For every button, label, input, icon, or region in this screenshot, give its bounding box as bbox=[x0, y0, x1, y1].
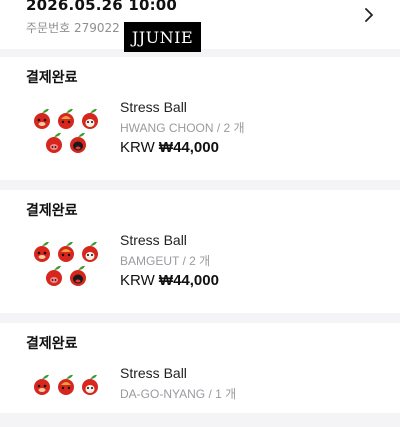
product-price: KRW ₩44,000 bbox=[120, 272, 219, 289]
product-name[interactable]: Stress Ball bbox=[120, 99, 187, 115]
order-date: 2026.05.26 10:00 bbox=[26, 0, 178, 14]
price-currency: KRW bbox=[120, 272, 155, 289]
apple-ball bbox=[70, 132, 86, 153]
product-name[interactable]: Stress Ball bbox=[120, 365, 187, 381]
payment-status: 결제완료 bbox=[26, 203, 78, 219]
apple-ball bbox=[58, 241, 74, 262]
price-amount: ₩44,000 bbox=[158, 272, 219, 289]
order-number: 279022 bbox=[74, 21, 120, 35]
payment-status: 결제완료 bbox=[26, 70, 78, 86]
payment-status: 결제완료 bbox=[26, 336, 78, 352]
apple-ball bbox=[58, 108, 74, 129]
order-number-label: 주문번호 bbox=[26, 21, 71, 35]
product-name[interactable]: Stress Ball bbox=[120, 232, 187, 248]
order-number-line: 주문번호 279022 bbox=[26, 19, 120, 36]
product-thumbnail[interactable] bbox=[30, 107, 102, 161]
apple-ball bbox=[58, 374, 74, 395]
apple-ball bbox=[46, 132, 62, 153]
apple-ball bbox=[82, 241, 98, 262]
apple-ball bbox=[34, 241, 50, 262]
order-card[interactable]: 결제완료 Stress Ball HWANG CHOON / 2 개 KRW ₩… bbox=[0, 57, 400, 180]
apple-ball bbox=[46, 265, 62, 286]
order-card[interactable]: 결제완료 Stress Ball BAMGEUT / 2 개 KRW ₩44,0… bbox=[0, 190, 400, 313]
product-option: BAMGEUT / 2 개 bbox=[120, 254, 211, 268]
product-thumbnail[interactable] bbox=[30, 373, 102, 427]
product-price: KRW ₩44,000 bbox=[120, 139, 219, 156]
price-currency: KRW bbox=[120, 139, 155, 156]
product-thumbnail[interactable] bbox=[30, 240, 102, 294]
watermark-label: JJUNIE bbox=[124, 22, 201, 52]
apple-ball bbox=[34, 108, 50, 129]
price-amount: ₩44,000 bbox=[158, 139, 219, 156]
apple-ball bbox=[82, 108, 98, 129]
product-option: DA-GO-NYANG / 1 개 bbox=[120, 387, 237, 401]
apple-ball bbox=[34, 374, 50, 395]
apple-ball bbox=[82, 374, 98, 395]
product-option: HWANG CHOON / 2 개 bbox=[120, 121, 245, 135]
apple-ball bbox=[70, 265, 86, 286]
chevron-right-icon[interactable] bbox=[362, 8, 376, 22]
